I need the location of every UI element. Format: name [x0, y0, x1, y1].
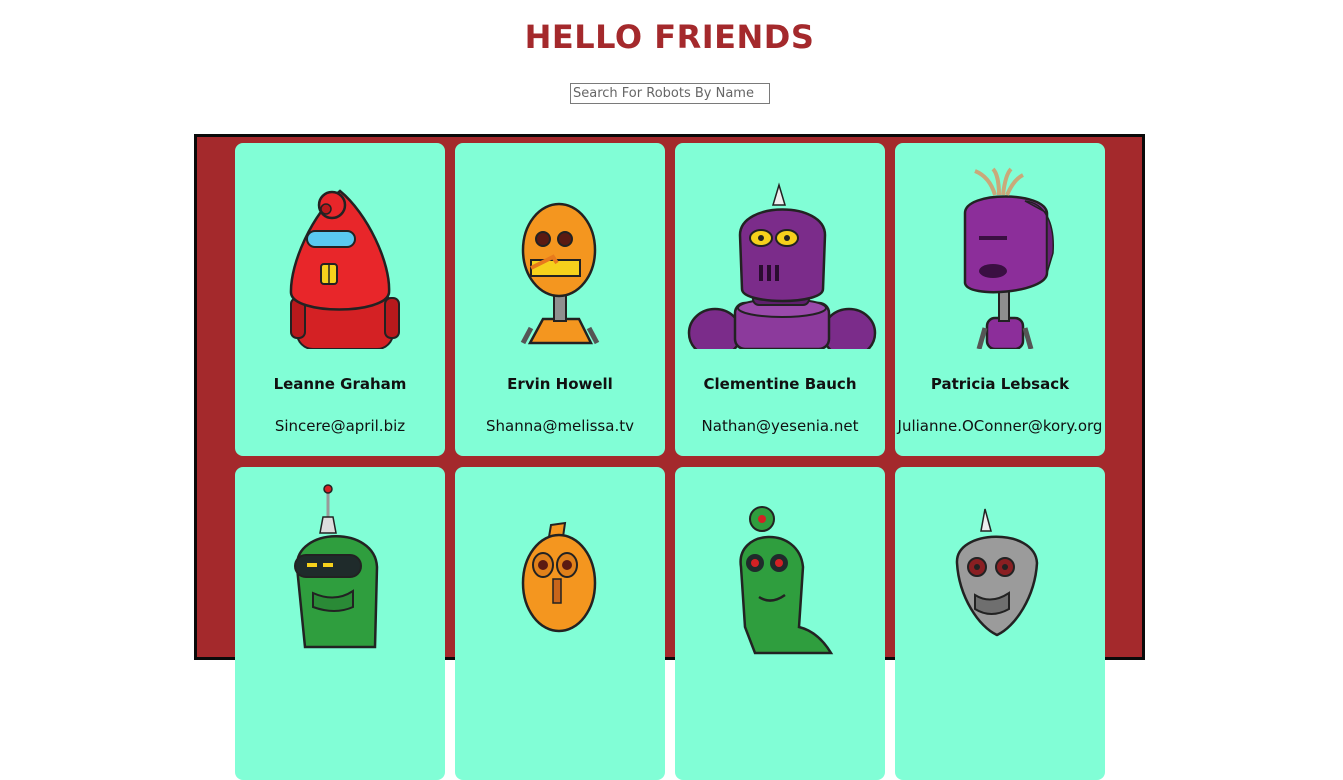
robot-card[interactable] [895, 467, 1105, 780]
robot-avatar [739, 506, 834, 655]
search-input[interactable] [570, 83, 770, 104]
robot-avatar [963, 167, 1054, 349]
robot-name: Clementine Bauch [703, 375, 857, 393]
robot-card[interactable]: Patricia Lebsack Julianne.OConner@kory.o… [895, 143, 1105, 456]
robot-avatar [687, 182, 877, 349]
robot-name: Leanne Graham [273, 375, 407, 393]
robot-avatar [294, 484, 379, 649]
robot-card-grid: Leanne Graham Sincere@april.biz Ervin Ho… [194, 134, 1145, 780]
robot-card[interactable]: Ervin Howell Shanna@melissa.tv [455, 143, 665, 456]
robot-name: Ervin Howell [507, 375, 613, 393]
robot-email: Shanna@melissa.tv [486, 417, 634, 435]
robot-card[interactable]: Leanne Graham Sincere@april.biz [235, 143, 445, 456]
robot-email: Julianne.OConner@kory.org [897, 417, 1103, 435]
robot-card[interactable] [235, 467, 445, 780]
robot-avatar [521, 521, 597, 633]
robot-avatar [955, 508, 1039, 637]
robot-card[interactable] [455, 467, 665, 780]
robot-avatar [289, 189, 400, 349]
robot-avatar [520, 202, 600, 345]
robot-email: Nathan@yesenia.net [701, 417, 859, 435]
robot-card[interactable]: Clementine Bauch Nathan@yesenia.net [675, 143, 885, 456]
robot-email: Sincere@april.biz [274, 417, 406, 435]
robot-card[interactable] [675, 467, 885, 780]
robot-name: Patricia Lebsack [930, 375, 1070, 393]
page-title: HELLO FRIENDS [524, 18, 815, 56]
